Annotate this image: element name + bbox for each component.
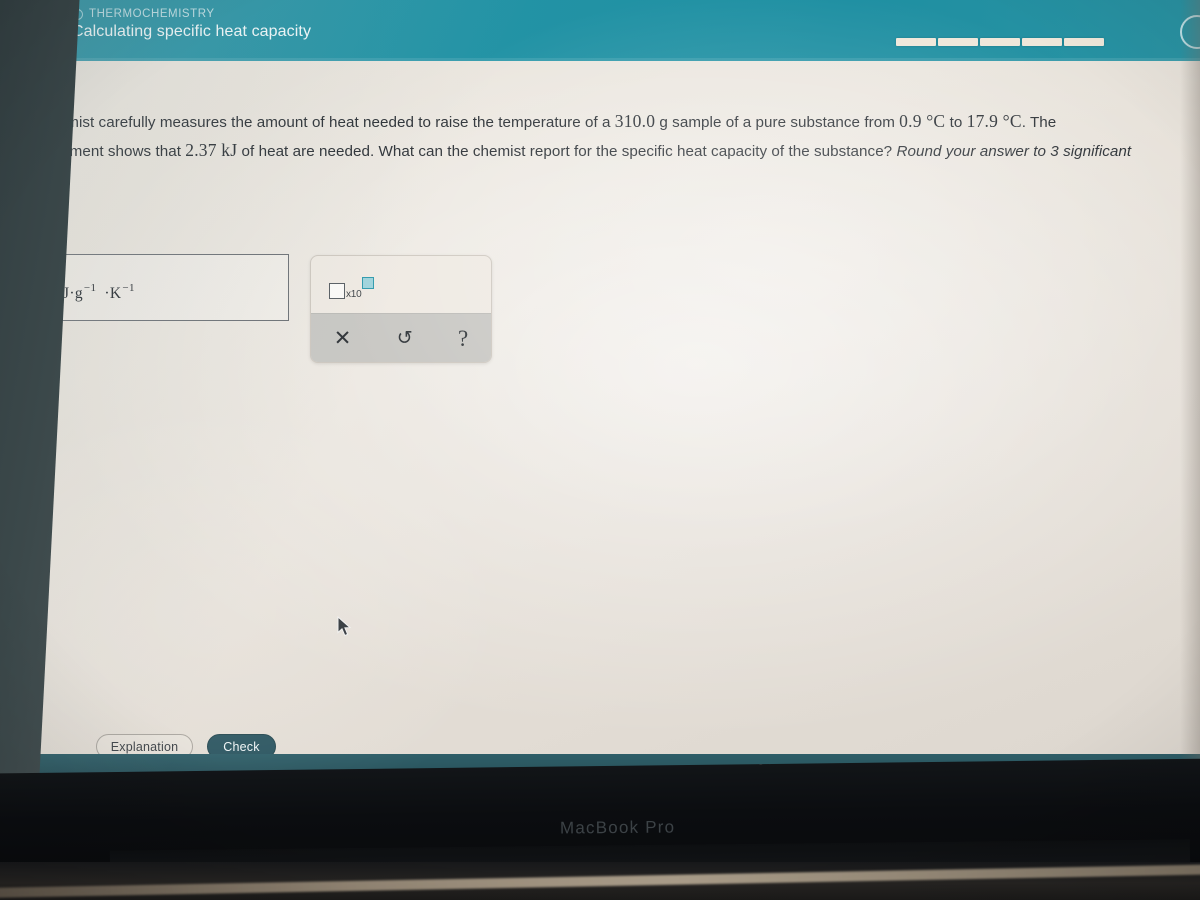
exponent-box-icon [361,276,374,289]
math-palette: x10 ✕ ↺ ? [310,255,492,363]
progress-segment [938,38,978,46]
unit-gram: g [74,285,83,302]
progress-segment [896,38,936,46]
screen-bezel-right [1180,0,1200,790]
scientific-notation-button[interactable]: x10 [329,276,374,300]
times-ten-label: x10 [346,288,362,300]
help-button[interactable]: ? [458,327,468,350]
unit-gram-exponent: −1 [83,282,97,294]
undo-button[interactable]: ↺ [397,329,413,348]
mantissa-box-icon [329,282,345,299]
unit-kelvin-exponent: −1 [122,282,135,294]
app-header: THERMOCHEMISTRY Calculating specific hea… [0,0,1200,61]
question-mass-value: 310.0 [614,111,656,131]
question-part-5: of heat are needed. What can the chemist… [237,142,897,160]
math-palette-actions: ✕ ↺ ? [311,313,491,362]
question-unit-celsius-2: °C [998,111,1022,131]
progress-indicator[interactable] [896,38,1104,46]
page-title: Calculating specific heat capacity [72,23,312,40]
question-unit-kilojoule: kJ [216,139,238,160]
unit-kelvin: K [109,285,122,302]
laptop-photo: THERMOCHEMISTRY Calculating specific hea… [0,0,1200,900]
question-temp-end: 17.9 [966,111,999,131]
answer-input-box[interactable]: J · g −1 · K −1 [40,254,289,321]
math-palette-top-row: x10 [311,256,491,313]
progress-segment [980,38,1020,46]
page-body: A chemist carefully measures the amount … [0,61,1200,782]
device-brand-label: MacBook Pro [559,817,676,838]
mouse-pointer [337,616,352,637]
progress-segment [1022,38,1062,46]
question-part-1: A chemist carefully measures the amount … [28,114,615,131]
question-heat-value: 2.37 [185,139,217,160]
module-row: THERMOCHEMISTRY [72,8,311,20]
laptop-screen: THERMOCHEMISTRY Calculating specific hea… [0,0,1200,782]
progress-segment [1064,38,1104,46]
question-part-3: to [945,114,967,131]
header-text-group: THERMOCHEMISTRY Calculating specific hea… [72,8,311,41]
module-label: THERMOCHEMISTRY [89,8,215,20]
question-unit-celsius-1: °C [921,111,946,131]
question-part-2: g sample of a pure substance from [655,114,900,131]
question-text: A chemist carefully measures the amount … [28,107,1133,189]
question-temp-start: 0.9 [899,111,922,131]
clear-button[interactable]: ✕ [334,328,352,349]
